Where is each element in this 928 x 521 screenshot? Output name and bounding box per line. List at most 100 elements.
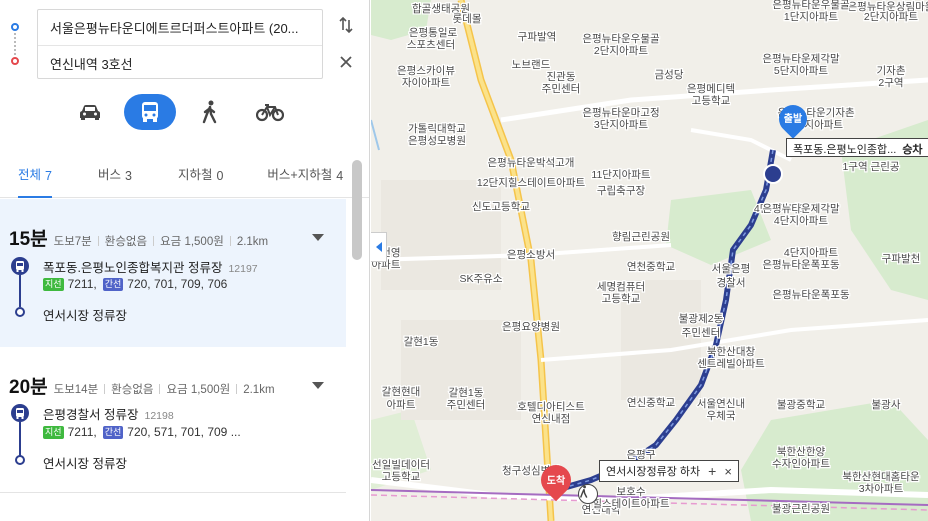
- map-label: 불광중학교: [777, 399, 826, 411]
- meta-divider: [97, 236, 99, 246]
- route-inputs: 서울은평뉴타운디에트르더퍼스트아파트 (20... 연신내역 3호선: [37, 9, 323, 79]
- board-action: 승차: [902, 144, 923, 156]
- origin-field[interactable]: 서울은평뉴타운디에트르더퍼스트아파트 (20...: [38, 10, 322, 45]
- map-label: 은평뉴타운우물골: [582, 33, 660, 45]
- car-icon: [80, 105, 100, 120]
- map-label: 은평뉴타운제각말: [762, 53, 840, 65]
- map-label: 1단지아파트: [784, 11, 838, 23]
- map-label: 스포츠센터: [407, 39, 455, 51]
- start-marker-label: 출발: [783, 114, 803, 125]
- walk-icon: [578, 484, 598, 504]
- route-result[interactable]: 15분 도보7분 환승없음 요금 1,500원 2.1km 폭포동.은평노인종합복지관…: [0, 199, 346, 347]
- map-label: 선일빌데이터: [372, 458, 430, 471]
- map-label: 수자인아파트: [772, 458, 830, 470]
- end-callout[interactable]: 연서시장정류장 하차 + ×: [599, 460, 739, 482]
- map-label: 은평스카이뷰: [397, 65, 455, 77]
- close-icon[interactable]: ×: [724, 464, 732, 479]
- destination-field[interactable]: 연신내역 3호선: [38, 45, 322, 80]
- bus-lines: 지선 7211, 간선 720, 701, 709, 706: [43, 277, 227, 291]
- map-label: 서울은평: [712, 263, 751, 275]
- stop-name: 폭포동.은평노인종합복지관 정류장: [43, 261, 223, 275]
- map-label: 11단지아파트: [591, 169, 651, 181]
- map-view[interactable]: 합골생태공원 롯데몰 은평통일로 스포츠센터 구파발역 은평뉴타운우물골 2단지아파트 은평스…: [371, 0, 928, 521]
- trunk-badge: 간선: [102, 425, 124, 439]
- mode-bike-button[interactable]: [244, 94, 296, 130]
- mode-car-button[interactable]: [64, 94, 116, 130]
- map-label: 은평메디텍: [687, 83, 735, 95]
- map-label: 고등학교: [382, 471, 421, 483]
- map-label: 신도고등학교: [472, 201, 530, 213]
- map-label: 은평소방서: [507, 249, 555, 261]
- boarding-bus-icon: [763, 164, 783, 184]
- map-label: 갈현1동: [404, 335, 439, 348]
- bus-stop-icon: [11, 257, 29, 275]
- distance: 2.1km: [236, 236, 269, 248]
- directions-panel: 서울은평뉴타운디에트르더퍼스트아파트 (20... 연신내역 3호선 전체 7 …: [0, 0, 370, 521]
- bus-lines: 지선 7211, 간선 720, 571, 701, 709 ...: [43, 425, 241, 439]
- map-label: 은평요양병원: [502, 321, 560, 333]
- map-label: 12단지힐스테이트아파트: [477, 176, 586, 189]
- stop-id: 12197: [228, 263, 258, 275]
- start-marker[interactable]: 출발: [773, 99, 813, 139]
- results-scrollbar[interactable]: [352, 160, 362, 260]
- map-label: 불광근린공원: [772, 503, 830, 515]
- start-callout-text: 폭포동.은평노인종합...: [793, 144, 897, 156]
- chevron-down-icon[interactable]: [312, 382, 324, 390]
- trunk-badge: 간선: [102, 277, 124, 291]
- tab-count: 4: [336, 169, 344, 183]
- route-line: [19, 422, 21, 456]
- map-label: 주민센터: [682, 327, 721, 339]
- tab-bus[interactable]: 버스 3: [98, 158, 132, 197]
- branch-badge: 지선: [43, 277, 64, 291]
- start-callout[interactable]: 폭포동.은평노인종합... 승차: [786, 138, 928, 157]
- map-label: 연신중학교: [627, 397, 676, 409]
- map-label: 연천중학교: [627, 261, 676, 273]
- chevron-down-icon[interactable]: [312, 234, 324, 242]
- map-label: 북한산한양: [777, 446, 826, 458]
- tab-subway[interactable]: 지하철 0: [178, 158, 223, 197]
- swap-button[interactable]: [335, 14, 357, 36]
- boarding-stop: 은평경찰서 정류장 12198: [43, 404, 174, 423]
- map-label: SK주유소: [460, 273, 503, 285]
- origin-dot-icon: [11, 23, 19, 31]
- result-tabs: 전체 7 버스 3 지하철 0 버스+지하철 4: [0, 158, 369, 198]
- map-label: 북한산현대홈타운: [842, 470, 920, 483]
- end-stop-dot: [15, 455, 25, 465]
- trunk-lines: 720, 701, 709, 706: [127, 277, 228, 291]
- zoom-in-icon[interactable]: +: [708, 463, 716, 479]
- route-connector: [14, 33, 16, 55]
- map-label: 북한산대창: [707, 346, 756, 358]
- close-icon: [340, 56, 352, 68]
- stop-name: 은평경찰서 정류장: [43, 408, 139, 422]
- meta-divider: [159, 384, 161, 394]
- map-label: 2단지아파트: [864, 11, 918, 23]
- panel-collapse-button[interactable]: [371, 232, 387, 262]
- tab-bus-subway[interactable]: 버스+지하철 4: [267, 158, 343, 197]
- branch-badge: 지선: [43, 425, 64, 439]
- map-label: 5단지아파트: [774, 65, 828, 77]
- mode-bus-button[interactable]: [124, 94, 176, 130]
- boarding-stop: 폭포동.은평노인종합복지관 정류장 12197: [43, 257, 258, 276]
- map-label: 은평성모병원: [408, 135, 466, 147]
- meta-divider: [229, 236, 231, 246]
- map-label: 힐스테이트아파트: [592, 497, 670, 510]
- trunk-lines: 720, 571, 701, 709 ...: [127, 425, 241, 439]
- map-label: 구파발역: [518, 31, 557, 43]
- branch-lines: 7211,: [67, 425, 97, 439]
- mode-walk-button[interactable]: [184, 94, 236, 130]
- map-label: 자이아파트: [402, 77, 451, 89]
- tab-count: 7: [45, 169, 52, 183]
- map-label: 센트레빌아파트: [697, 358, 765, 370]
- map-canvas[interactable]: 합골생태공원롯데몰은평통일로스포츠센터구파발역 은평뉴타운우물골2단지아파트은평스…: [371, 0, 928, 521]
- route-result[interactable]: 20분 도보14분 환승없음 요금 1,500원 2.1km 은평경찰서 정류장 121…: [0, 348, 346, 493]
- map-label: 4단지아파트: [774, 215, 828, 227]
- map-label: 구파발천: [882, 253, 921, 265]
- map-label: 구립축구장: [597, 184, 646, 197]
- tab-all[interactable]: 전체 7: [18, 158, 52, 198]
- bus-icon: [142, 102, 158, 122]
- map-label: 향림근린공원: [612, 231, 670, 243]
- end-marker[interactable]: 도착: [534, 458, 578, 502]
- tab-label: 버스+지하철: [267, 168, 333, 182]
- close-button[interactable]: [335, 51, 357, 73]
- map-label: 불광사: [872, 399, 901, 411]
